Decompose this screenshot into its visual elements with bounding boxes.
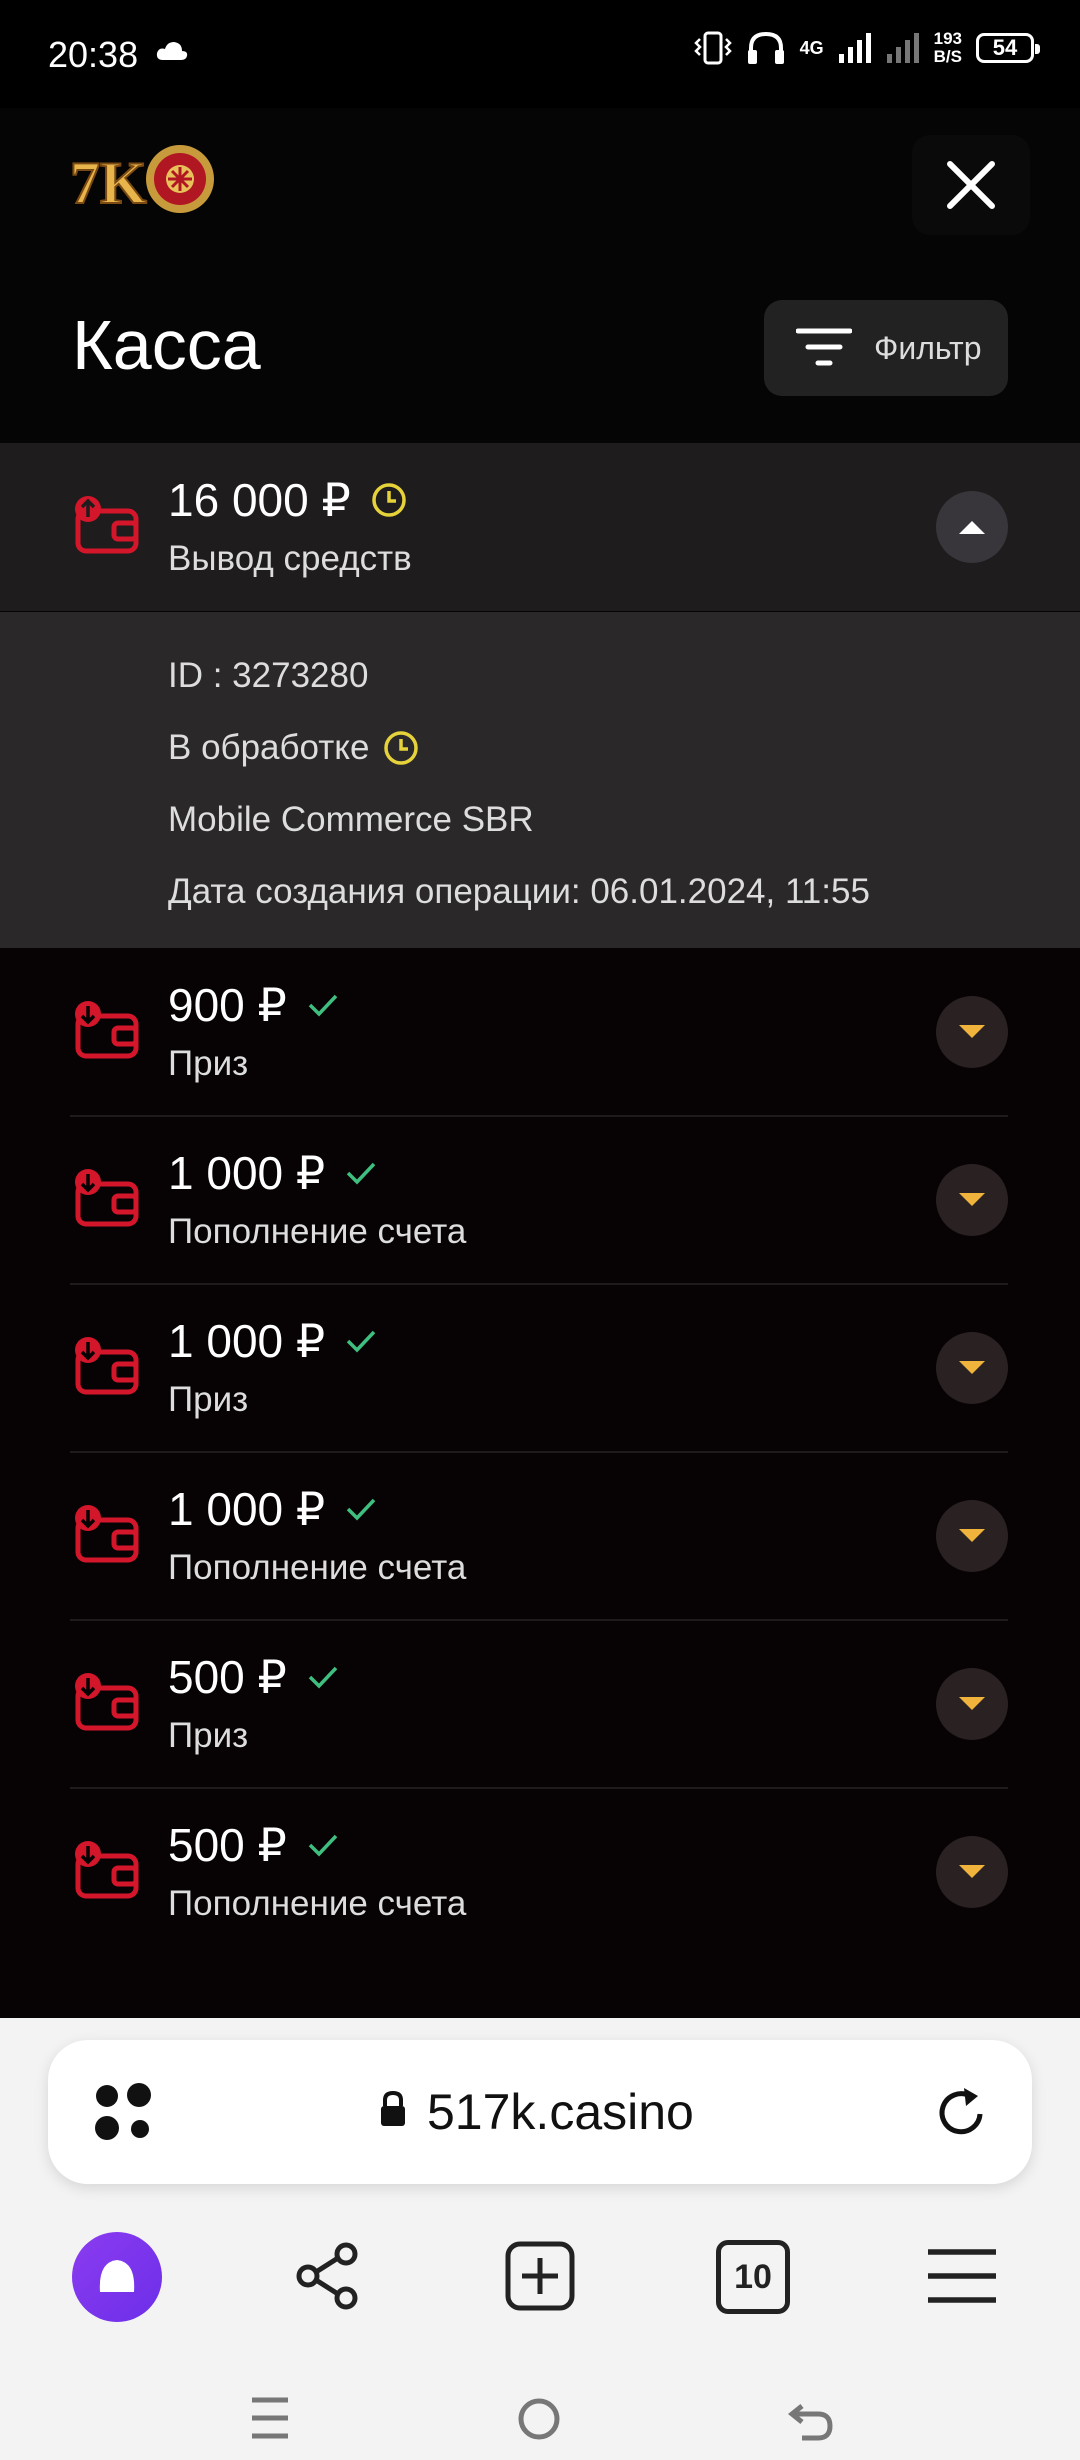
transaction-type: Пополнение счета (168, 1548, 467, 1587)
transaction-amount: 16 000 ₽ (168, 473, 407, 527)
expand-button[interactable] (936, 1500, 1008, 1572)
chevron-down-icon (959, 1193, 985, 1206)
transaction-type: Приз (168, 1716, 249, 1755)
check-icon (308, 1834, 338, 1857)
details-id: ID : 3273280 (168, 656, 369, 695)
transaction-type: Пополнение счета (168, 1884, 467, 1923)
headphones-icon (747, 31, 784, 64)
transaction-row[interactable]: 1 000 ₽ Пополнение счета (0, 1452, 1080, 1620)
lock-icon (381, 2090, 405, 2126)
filter-label: Фильтр (874, 329, 982, 366)
transaction-row[interactable]: 500 ₽ Пополнение счета (0, 1788, 1080, 1956)
net-speed: 193 B/S (933, 29, 962, 66)
details-created: Дата создания операции: 06.01.2024, 11:5… (168, 872, 870, 911)
transaction-row[interactable]: 900 ₽ Приз (0, 948, 1080, 1116)
transaction-details: ID : 3273280 В обработке Mobile Commerce… (0, 612, 1080, 948)
svg-text:7K: 7K (70, 150, 147, 216)
transaction-type: Вывод средств (168, 539, 412, 578)
details-method: Mobile Commerce SBR (168, 800, 534, 839)
home-icon[interactable] (516, 2396, 562, 2442)
signal-icon (838, 33, 871, 63)
battery-indicator: 54 (976, 33, 1040, 63)
check-icon (308, 994, 338, 1017)
chevron-down-icon (959, 1025, 985, 1038)
clock-icon (372, 483, 406, 517)
transaction-amount: 1 000 ₽ (168, 1314, 377, 1368)
back-icon[interactable] (788, 2396, 834, 2442)
close-icon (947, 161, 995, 209)
filter-button[interactable]: Фильтр (764, 300, 1008, 396)
network-type: 4G (799, 38, 824, 58)
wallet-deposit-icon (75, 1001, 139, 1059)
wallet-deposit-icon (75, 1169, 139, 1227)
expand-button[interactable] (936, 1164, 1008, 1236)
transaction-row[interactable]: 16 000 ₽ Вывод средств (0, 443, 1080, 611)
chevron-down-icon (959, 1361, 985, 1374)
reload-icon[interactable] (934, 2084, 990, 2140)
vibrate-icon (693, 31, 732, 65)
expand-button[interactable] (936, 1668, 1008, 1740)
services-grid-icon[interactable] (93, 2082, 155, 2144)
collapse-button[interactable] (936, 491, 1008, 563)
browser-toolbar: 10 (0, 2230, 1080, 2350)
new-tab-icon[interactable] (504, 2240, 576, 2312)
status-bar: 20:38 4G 193 B/S 54 (0, 0, 1080, 108)
system-navigation (0, 2360, 1080, 2460)
recent-apps-icon[interactable] (250, 2396, 290, 2440)
chevron-up-icon (959, 521, 985, 534)
wallet-deposit-icon (75, 1673, 139, 1731)
wallet-deposit-icon (75, 1337, 139, 1395)
expand-button[interactable] (936, 1836, 1008, 1908)
alice-assistant-button[interactable] (72, 2232, 162, 2322)
transaction-amount: 1 000 ₽ (168, 1146, 377, 1200)
clock-icon (384, 731, 419, 765)
url-text[interactable]: 517k.casino (427, 2083, 694, 2141)
casino-logo[interactable]: 7K (68, 135, 218, 228)
transaction-type: Приз (168, 1380, 249, 1419)
menu-icon[interactable] (926, 2248, 998, 2304)
check-icon (346, 1498, 376, 1521)
tabs-count-button[interactable]: 10 (716, 2240, 790, 2314)
wallet-withdraw-icon (75, 496, 139, 554)
alice-icon (99, 2260, 135, 2292)
expand-button[interactable] (936, 1332, 1008, 1404)
transaction-amount: 500 ₽ (168, 1650, 339, 1704)
transaction-amount: 1 000 ₽ (168, 1482, 377, 1536)
wallet-deposit-icon (75, 1505, 139, 1563)
chevron-down-icon (959, 1697, 985, 1710)
transaction-row[interactable]: 1 000 ₽ Приз (0, 1284, 1080, 1452)
status-time: 20:38 (48, 34, 139, 75)
transaction-amount: 900 ₽ (168, 978, 339, 1032)
details-status: В обработке (168, 728, 419, 768)
check-icon (346, 1330, 376, 1353)
check-icon (346, 1162, 376, 1185)
page-title: Касса (72, 306, 261, 384)
wallet-deposit-icon (75, 1841, 139, 1899)
signal-weak-icon (886, 33, 919, 63)
close-button[interactable] (912, 135, 1030, 235)
status-icons: 4G 193 B/S 54 (693, 29, 1040, 66)
transactions-list: 16 000 ₽ Вывод средств ID : 3273280 В об… (0, 443, 1080, 2018)
expand-button[interactable] (936, 996, 1008, 1068)
chevron-down-icon (959, 1865, 985, 1878)
transaction-type: Приз (168, 1044, 249, 1083)
chevron-down-icon (959, 1529, 985, 1542)
transaction-amount: 500 ₽ (168, 1818, 339, 1872)
transaction-row[interactable]: 1 000 ₽ Пополнение счета (0, 1116, 1080, 1284)
share-icon[interactable] (294, 2242, 362, 2310)
transaction-type: Пополнение счета (168, 1212, 467, 1251)
filter-icon (796, 328, 852, 366)
check-icon (308, 1666, 338, 1689)
cloud-icon (156, 42, 188, 60)
transaction-row[interactable]: 500 ₽ Приз (0, 1620, 1080, 1788)
